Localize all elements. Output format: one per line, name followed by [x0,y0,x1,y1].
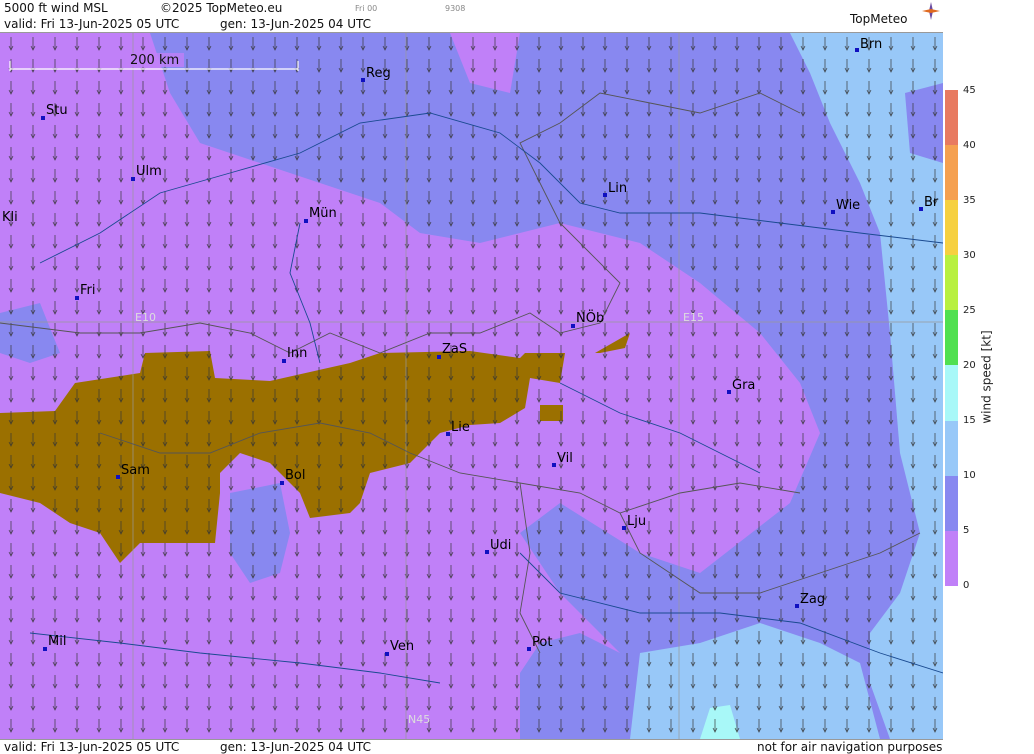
compass-logo-icon [922,2,940,20]
legend-tick: 0 [963,580,970,591]
valid-time: valid: Fri 13-Jun-2025 05 UTC [4,17,180,31]
legend-tick: 45 [963,85,976,96]
legend-swatch-30-35 [945,200,958,256]
run-short: Fri 00 [355,4,378,13]
disclaimer: not for air navigation purposes [757,740,943,754]
grid-label-n45: N45 [408,713,430,726]
wind-map[interactable]: E10 E15 N45 200 km Brn Reg Stu Ulm Lin W… [0,33,943,739]
legend-tick: 30 [963,250,976,261]
legend-tick: 10 [963,470,976,481]
header-bar: 5000 ft wind MSL ©2025 TopMeteo.eu Fri 0… [0,0,943,33]
product-title: 5000 ft wind MSL [4,1,108,15]
city-label: Zag [800,592,825,607]
city-label: Sam [121,463,150,478]
city-label: Kli [2,210,18,225]
legend-tick: 5 [963,525,970,536]
legend-title: wind speed [kt] [979,330,994,424]
wind-arrows [0,33,943,739]
map-canvas: E10 E15 N45 200 km Brn Reg Stu Ulm Lin W… [0,33,943,739]
code-label: 9308 [445,4,466,13]
legend-tick: 20 [963,360,976,371]
city-label: Br [924,195,939,210]
city-label: NÖb [576,309,604,326]
city-label: Gra [732,378,755,393]
footer-valid-time: valid: Fri 13-Jun-2025 05 UTC [4,740,180,754]
city-label: Pot [532,635,552,650]
city-label: Vil [557,451,573,466]
legend-swatch-15-20 [945,365,958,421]
legend-swatch-25-30 [945,255,958,311]
legend-swatch-10-15 [945,420,958,476]
city-label: Bol [285,468,305,483]
city-label: Udi [490,538,511,553]
legend-swatch-40-45 [945,90,958,146]
legend-swatch-5-10 [945,475,958,531]
city-label: Stu [46,103,68,118]
legend-swatch-35-40 [945,145,958,201]
city-label: Lie [451,420,470,435]
city-label: Mün [309,206,337,221]
topmeteo-logo: TopMeteo [850,12,908,26]
city-label: Inn [287,346,307,361]
city-label: Brn [860,37,882,52]
city-label: ZaS [442,342,467,357]
city-label: Wie [836,198,860,213]
legend-swatch-20-25 [945,310,958,366]
city-label: Ven [390,639,414,654]
grid-label-e15: E15 [683,311,704,324]
city-label: Ulm [136,164,162,179]
legend-color-bar [945,90,958,586]
city-label: Fri [80,283,96,298]
city-label: Lju [627,514,646,529]
legend-tick: 35 [963,195,976,206]
legend-tick: 25 [963,305,976,316]
legend-tick: 40 [963,140,976,151]
city-label: Lin [608,181,627,196]
legend-swatch-0-5 [945,530,958,586]
footer-bar: valid: Fri 13-Jun-2025 05 UTC gen: 13-Ju… [0,739,943,754]
grid-label-e10: E10 [135,311,156,324]
city-label: Mil [48,634,66,649]
legend-tick: 15 [963,415,976,426]
copyright: ©2025 TopMeteo.eu [160,1,283,15]
city-label: Reg [366,66,391,81]
footer-gen-time: gen: 13-Jun-2025 04 UTC [220,740,372,754]
scale-label: 200 km [130,53,179,68]
gen-time: gen: 13-Jun-2025 04 UTC [220,17,372,31]
